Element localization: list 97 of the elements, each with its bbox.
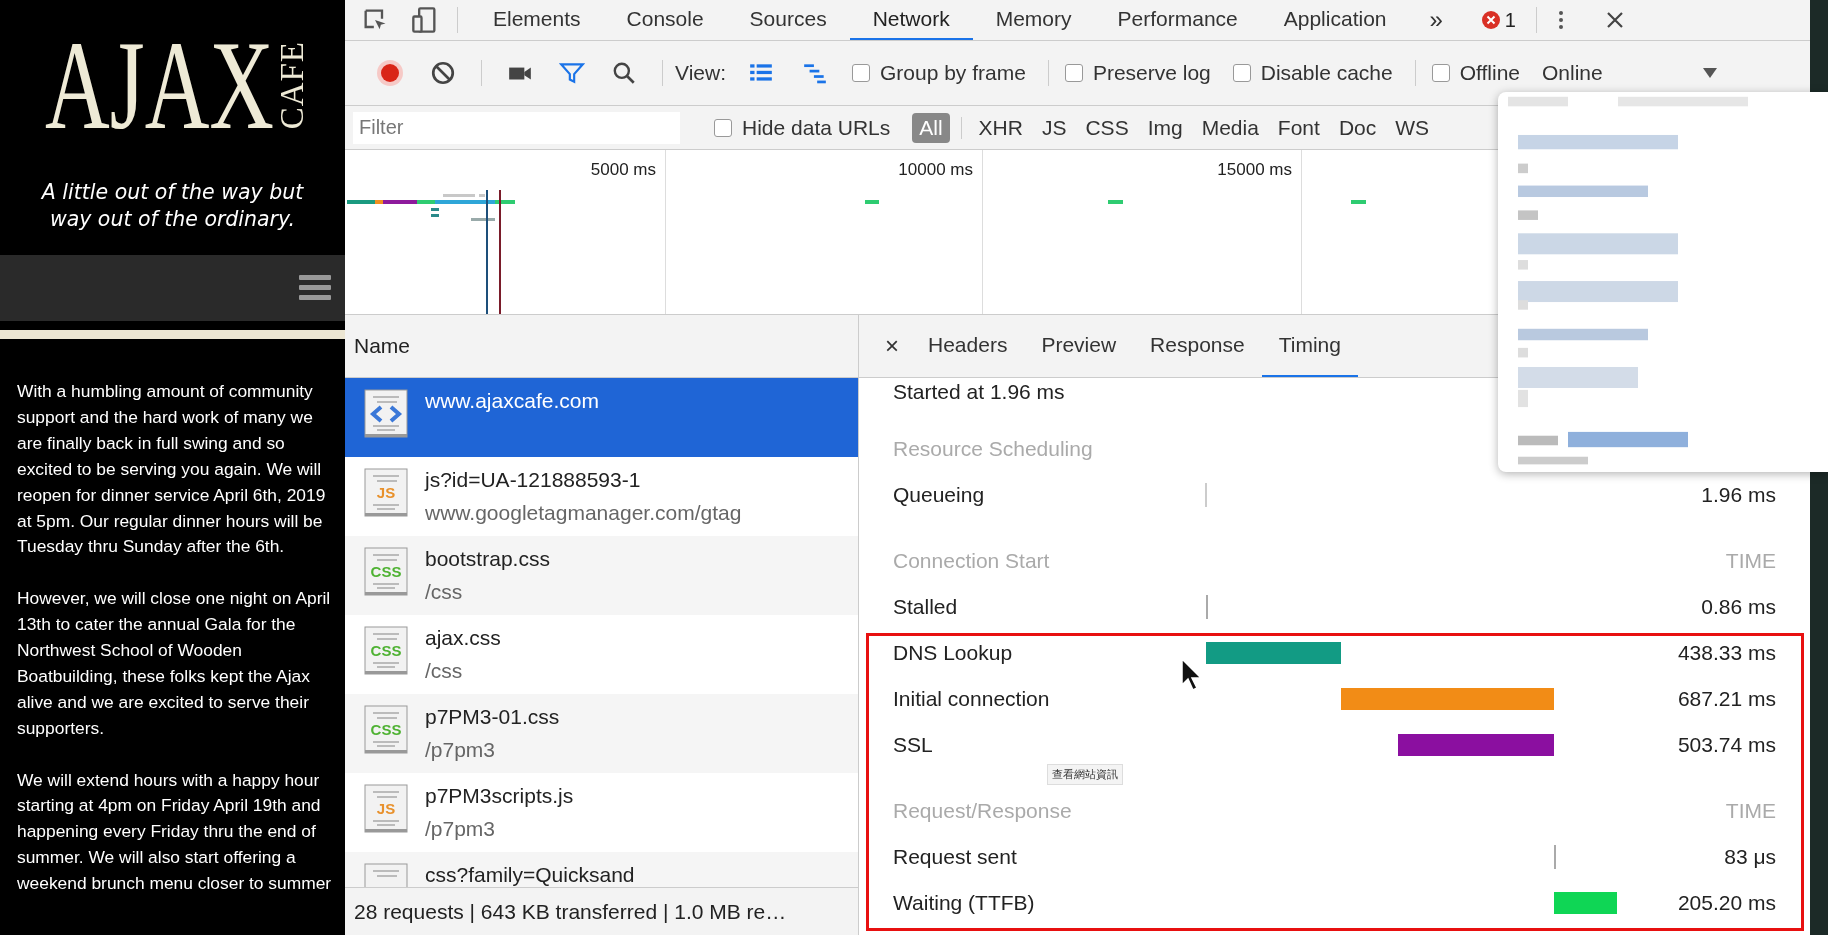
- device-icon[interactable]: [411, 6, 439, 34]
- request-name: css?family=Quicksand: [425, 862, 635, 887]
- checkbox[interactable]: [1431, 64, 1450, 82]
- paragraph: We will extend hours with a happy hour starting at 4pm on Friday April 19th and happening every Friday thru the end of summer. We will also start offering a weekend brunch menu closer to summer: [17, 768, 333, 896]
- request-row[interactable]: CSS p7PM3-01.css /p7pm3: [345, 694, 858, 773]
- detail-tab[interactable]: Timing: [1261, 315, 1358, 377]
- paragraph: However, we will close one night on April 13th to cater the annual Gala for the Northwest School of Wooden Boatbuilding, these folks kept the Ajax alive and we are excited to serve their supporters.: [17, 587, 332, 740]
- timing-label: Initial connection: [893, 687, 1051, 711]
- logo-subtitle: CAFE: [275, 40, 309, 130]
- request-row[interactable]: css?family=Quicksand: [345, 852, 858, 887]
- checkbox-label: Preserve log: [1092, 61, 1211, 85]
- timing-label: Queueing: [893, 483, 986, 507]
- logo-wordmark: AJAX: [45, 21, 275, 149]
- timing-value: 1.96 ms: [1701, 483, 1776, 506]
- menu-icon[interactable]: [299, 275, 331, 301]
- panel-tab[interactable]: Console: [603, 0, 727, 40]
- timing-value: 503.74 ms: [1677, 733, 1776, 756]
- record-button[interactable]: [376, 59, 404, 87]
- request-path: /p7pm3: [425, 816, 497, 842]
- resource-type-filter[interactable]: Img: [1140, 112, 1190, 143]
- request-path: /p7pm3: [425, 737, 497, 763]
- tagline: A little out of the way but way out of the ordinary.: [40, 179, 305, 233]
- resource-type-filter[interactable]: WS: [1388, 112, 1437, 143]
- panel-tab[interactable]: Sources: [726, 0, 850, 40]
- tooltip: 查看網站資訊: [1047, 764, 1123, 785]
- checkbox[interactable]: [1064, 64, 1083, 82]
- timing-label: Waiting (TTFB): [893, 891, 1036, 915]
- section-title: Request/Response: [893, 799, 1073, 823]
- checkbox-label: Group by frame: [880, 61, 1026, 85]
- file-type-label: JS: [375, 484, 397, 501]
- request-name: www.ajaxcafe.com: [425, 388, 599, 414]
- throttling-select[interactable]: Online: [1542, 61, 1603, 85]
- resource-type-filter[interactable]: CSS: [1078, 112, 1136, 143]
- panel-tab[interactable]: Performance: [1094, 0, 1261, 40]
- panel-tab[interactable]: Memory: [972, 0, 1095, 40]
- resource-type-filter[interactable]: Doc: [1331, 112, 1384, 143]
- resource-type-filter[interactable]: All: [912, 112, 950, 143]
- file-type-label: CSS: [369, 721, 403, 738]
- status-summary: 28 requests | 643 KB transferred | 1.0 MB re…: [345, 887, 858, 935]
- resource-type-filter[interactable]: JS: [1034, 112, 1074, 143]
- view-label: View:: [675, 61, 726, 85]
- timing-value: 438.33 ms: [1677, 641, 1776, 664]
- timing-label: SSL: [893, 733, 934, 757]
- resource-type-filter[interactable]: Font: [1270, 112, 1327, 143]
- request-path: /css: [425, 658, 464, 684]
- paragraph: With a humbling amount of community support and the hard work of many we are finally back in full swing and so excited to be serving you again. We will reopen for dinner service April 6th, 2019 at 5pm. Our regular dinner hours will be Tuesday thru Sunday after the 6th.: [17, 380, 327, 559]
- panel-tab[interactable]: Elements: [470, 0, 604, 40]
- time-tick-label: 5000 ms: [590, 160, 656, 179]
- column-header[interactable]: Name: [354, 334, 411, 358]
- timing-label: Request sent: [893, 845, 1018, 869]
- checkbox-label: Hide data URLs: [742, 115, 891, 140]
- resource-type-filter[interactable]: Media: [1194, 112, 1266, 143]
- checkbox[interactable]: [852, 64, 870, 82]
- request-path: /css: [425, 579, 464, 605]
- detail-tab[interactable]: Headers: [911, 315, 1025, 377]
- detail-tab[interactable]: Preview: [1024, 315, 1134, 377]
- request-row[interactable]: www.ajaxcafe.com: [345, 378, 858, 457]
- search-icon[interactable]: [611, 60, 637, 86]
- request-name: p7PM3scripts.js: [425, 783, 574, 809]
- block-icon[interactable]: [430, 60, 456, 86]
- error-count: 1: [1504, 8, 1516, 32]
- filter-field[interactable]: Filter: [353, 111, 680, 144]
- time-tick-label: 15000 ms: [1217, 160, 1292, 179]
- file-icon: [363, 388, 409, 440]
- panel-tab[interactable]: Application: [1260, 0, 1410, 40]
- time-tick-label: 10000 ms: [898, 160, 973, 179]
- column-header: TIME: [1725, 549, 1776, 572]
- checkbox-label: Offline: [1459, 61, 1520, 85]
- request-name: p7PM3-01.css: [425, 704, 560, 730]
- file-type-label: CSS: [369, 642, 403, 659]
- more-tabs-button[interactable]: »: [1409, 6, 1463, 34]
- column-header: TIME: [1725, 799, 1776, 822]
- filter-icon[interactable]: [559, 60, 585, 86]
- close-button[interactable]: ×: [873, 332, 911, 360]
- section-title: Resource Scheduling: [893, 437, 1094, 461]
- error-icon[interactable]: [1480, 10, 1501, 30]
- timing-value: 687.21 ms: [1677, 687, 1776, 710]
- detail-tab[interactable]: Response: [1133, 315, 1262, 377]
- file-type-label: JS: [375, 800, 397, 817]
- request-row[interactable]: CSS bootstrap.css /css: [345, 536, 858, 615]
- checkbox[interactable]: [714, 118, 732, 137]
- timing-label: Stalled: [893, 595, 959, 619]
- checkbox[interactable]: [1232, 64, 1251, 82]
- request-path: www.googletagmanager.com/gtag: [425, 500, 742, 526]
- request-name: ajax.css: [425, 625, 501, 651]
- timing-value: 205.20 ms: [1677, 891, 1776, 914]
- dropdown-caret-icon[interactable]: [1702, 68, 1717, 78]
- resource-type-filter[interactable]: XHR: [971, 112, 1030, 143]
- started-time: Started at 1.96 ms: [893, 379, 1066, 405]
- timing-value: 0.86 ms: [1701, 595, 1776, 618]
- file-type-label: CSS: [369, 563, 403, 580]
- request-name: js?id=UA-121888593-1: [425, 467, 642, 493]
- timing-label: DNS Lookup: [893, 641, 1014, 665]
- section-title: Connection Start: [893, 549, 1051, 573]
- checkbox-label: Disable cache: [1260, 61, 1393, 85]
- timing-value: 83 μs: [1724, 845, 1776, 868]
- request-name: bootstrap.css: [425, 546, 550, 572]
